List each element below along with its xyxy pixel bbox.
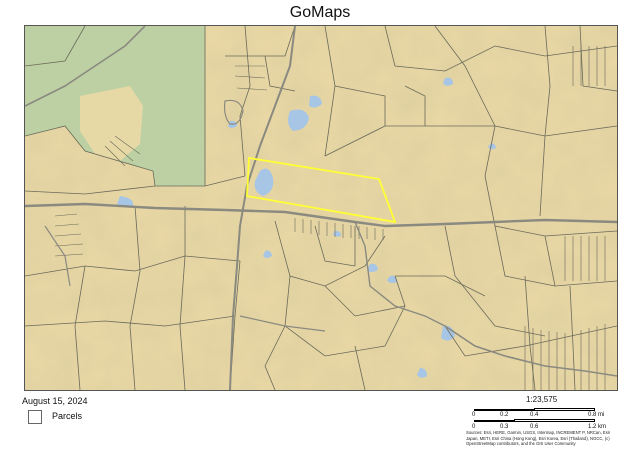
map-view[interactable]: [24, 25, 618, 391]
mi-tick-label: 0.8 mi: [588, 412, 605, 418]
mi-tick-label: 0.2: [500, 412, 509, 418]
map-canvas[interactable]: [25, 26, 617, 390]
parcels-legend-label: Parcels: [52, 411, 83, 421]
scale-bar-segment: [534, 408, 595, 411]
map-title: GoMaps: [289, 4, 351, 21]
scale-bar-segment: [474, 420, 514, 422]
map-attribution: Sources: Esri, HERE, Garmin, USGS, Inter…: [466, 430, 611, 446]
mi-tick-label: 0: [472, 412, 476, 418]
map-date: August 15, 2024: [22, 396, 88, 406]
scale-bar-segment: [474, 409, 534, 411]
parcels-legend-swatch: [28, 410, 42, 424]
scale-bar-segment: [514, 419, 595, 422]
scale-ratio: 1:23,575: [526, 395, 558, 404]
mi-tick-label: 0.4: [530, 412, 539, 418]
